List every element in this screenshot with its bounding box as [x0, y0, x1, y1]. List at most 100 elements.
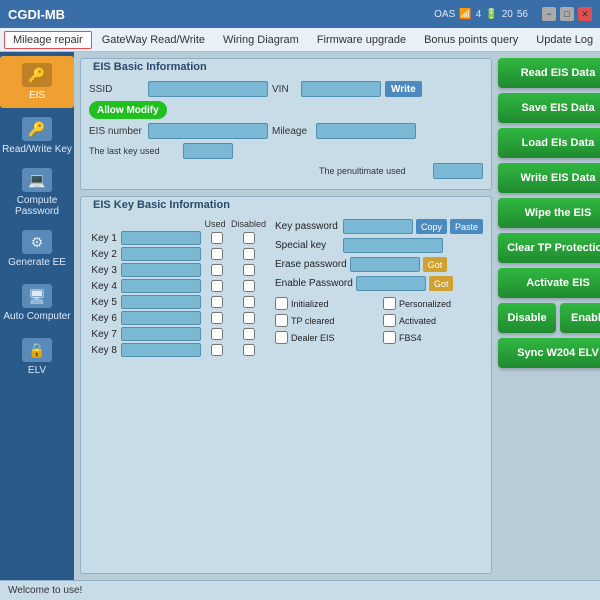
tp-cleared-label: TP cleared — [291, 316, 334, 326]
menu-bar: Mileage repair GateWay Read/Write Wiring… — [0, 28, 600, 52]
initialized-checkbox[interactable] — [275, 297, 288, 310]
chk-dealer-eis: Dealer EIS — [275, 331, 375, 344]
menu-mileage-repair[interactable]: Mileage repair — [4, 31, 92, 49]
activated-checkbox[interactable] — [383, 314, 396, 327]
write-eis-button[interactable]: Write EIS Data — [498, 163, 600, 193]
sidebar-item-read-write-key[interactable]: 🔑 Read/Write Key — [0, 110, 74, 162]
key-2-used-checkbox[interactable] — [211, 248, 223, 260]
tp-cleared-checkbox[interactable] — [275, 314, 288, 327]
key-4-input[interactable] — [121, 279, 201, 293]
key-5-disabled-checkbox[interactable] — [243, 296, 255, 308]
read-eis-button[interactable]: Read EIS Data — [498, 58, 600, 88]
menu-bonus-points[interactable]: Bonus points query — [416, 32, 526, 48]
wifi-icon: 📶 — [459, 9, 471, 20]
title-bar-right: OAS 📶 4 🔋 20 56 − □ ✕ — [434, 7, 592, 21]
status-message: Welcome to use! — [8, 585, 82, 596]
key-6-input[interactable] — [121, 311, 201, 325]
key-row-2: Key 2 — [89, 247, 265, 261]
window-controls: − □ ✕ — [542, 7, 592, 21]
key-4-disabled-checkbox[interactable] — [243, 280, 255, 292]
sidebar-item-auto-computer[interactable]: 🖥 Auto Computer — [0, 277, 74, 329]
sync-elv-button[interactable]: Sync W204 ELV — [498, 338, 600, 368]
key-5-used-checkbox[interactable] — [211, 296, 223, 308]
key-8-used-checkbox[interactable] — [211, 344, 223, 356]
used-col-header: Used — [203, 219, 227, 229]
key-1-disabled-checkbox[interactable] — [243, 232, 255, 244]
fbs4-checkbox[interactable] — [383, 331, 396, 344]
sidebar-item-compute-password[interactable]: 💻 Compute Password — [0, 164, 74, 221]
elv-icon: 🔒 — [22, 338, 52, 362]
mileage-input[interactable] — [316, 123, 416, 139]
key-7-used-checkbox[interactable] — [211, 328, 223, 340]
key-5-name: Key 5 — [89, 297, 117, 308]
menu-wiring-diagram[interactable]: Wiring Diagram — [215, 32, 307, 48]
key-4-used-checkbox[interactable] — [211, 280, 223, 292]
personalized-checkbox[interactable] — [383, 297, 396, 310]
enable-password-input[interactable] — [356, 276, 426, 291]
key-3-input[interactable] — [121, 263, 201, 277]
paste-button[interactable]: Paste — [450, 219, 483, 234]
initialized-label: Initialized — [291, 299, 329, 309]
last-key-input[interactable] — [183, 143, 233, 159]
disable-button[interactable]: Disable — [498, 303, 556, 333]
key-1-input[interactable] — [121, 231, 201, 245]
penultimate-input[interactable] — [433, 163, 483, 179]
clear-tp-button[interactable]: Clear TP Protection — [498, 233, 600, 263]
chk-tp-cleared: TP cleared — [275, 314, 375, 327]
mileage-label: Mileage — [272, 126, 312, 137]
compute-password-label: Compute Password — [2, 195, 72, 217]
close-button[interactable]: ✕ — [578, 7, 592, 21]
key-2-disabled-checkbox[interactable] — [243, 248, 255, 260]
key-password-label: Key password — [275, 221, 340, 232]
ssid-input[interactable] — [148, 81, 268, 97]
key-3-used-checkbox[interactable] — [211, 264, 223, 276]
copy-button[interactable]: Copy — [416, 219, 447, 234]
sidebar-item-elv[interactable]: 🔒 ELV — [0, 331, 74, 383]
allow-modify-button[interactable]: Allow Modify — [89, 101, 167, 119]
menu-update-log[interactable]: Update Log — [528, 32, 600, 48]
personalized-label: Personalized — [399, 299, 451, 309]
key-6-disabled-checkbox[interactable] — [243, 312, 255, 324]
load-eis-button[interactable]: Load EIs Data — [498, 128, 600, 158]
erase-got-button[interactable]: Got — [423, 257, 448, 272]
menu-gateway-read-write[interactable]: GateWay Read/Write — [94, 32, 213, 48]
content-area: EIS Basic Information SSID VIN Write All… — [74, 52, 600, 580]
sidebar-item-generate-ee[interactable]: ⚙ Generate EE — [0, 223, 74, 275]
key-password-input[interactable] — [343, 219, 413, 234]
key-7-name: Key 7 — [89, 329, 117, 340]
activate-eis-button[interactable]: Activate EIS — [498, 268, 600, 298]
save-eis-button[interactable]: Save EIS Data — [498, 93, 600, 123]
wipe-eis-button[interactable]: Wipe the EIS — [498, 198, 600, 228]
sidebar-item-eis[interactable]: 🔑 EIS — [0, 56, 74, 108]
erase-password-row: Erase password Got — [275, 257, 483, 272]
vin-input[interactable] — [301, 81, 381, 97]
enable-password-row: Enable Password Got — [275, 276, 483, 291]
write-button[interactable]: Write — [385, 81, 422, 97]
key-2-input[interactable] — [121, 247, 201, 261]
key-8-disabled-checkbox[interactable] — [243, 344, 255, 356]
key-3-disabled-checkbox[interactable] — [243, 264, 255, 276]
erase-password-label: Erase password — [275, 259, 347, 270]
elv-label: ELV — [28, 365, 46, 376]
key-8-input[interactable] — [121, 343, 201, 357]
status-bar: Welcome to use! — [0, 580, 600, 600]
key-5-input[interactable] — [121, 295, 201, 309]
key-password-panel: Key password Copy Paste Special key Eras… — [275, 219, 483, 359]
key-1-used-checkbox[interactable] — [211, 232, 223, 244]
key-1-name: Key 1 — [89, 233, 117, 244]
erase-password-input[interactable] — [350, 257, 420, 272]
minimize-button[interactable]: − — [542, 7, 556, 21]
key-row-8: Key 8 — [89, 343, 265, 357]
enable-button[interactable]: Enable — [560, 303, 600, 333]
battery-icon: 🔋 — [485, 9, 497, 20]
time-label: 56 — [517, 9, 528, 20]
special-key-input[interactable] — [343, 238, 443, 253]
key-7-input[interactable] — [121, 327, 201, 341]
key-6-used-checkbox[interactable] — [211, 312, 223, 324]
dealer-eis-checkbox[interactable] — [275, 331, 288, 344]
maximize-button[interactable]: □ — [560, 7, 574, 21]
key-7-disabled-checkbox[interactable] — [243, 328, 255, 340]
menu-firmware-upgrade[interactable]: Firmware upgrade — [309, 32, 414, 48]
enable-got-button[interactable]: Got — [429, 276, 454, 291]
eis-number-input[interactable] — [148, 123, 268, 139]
